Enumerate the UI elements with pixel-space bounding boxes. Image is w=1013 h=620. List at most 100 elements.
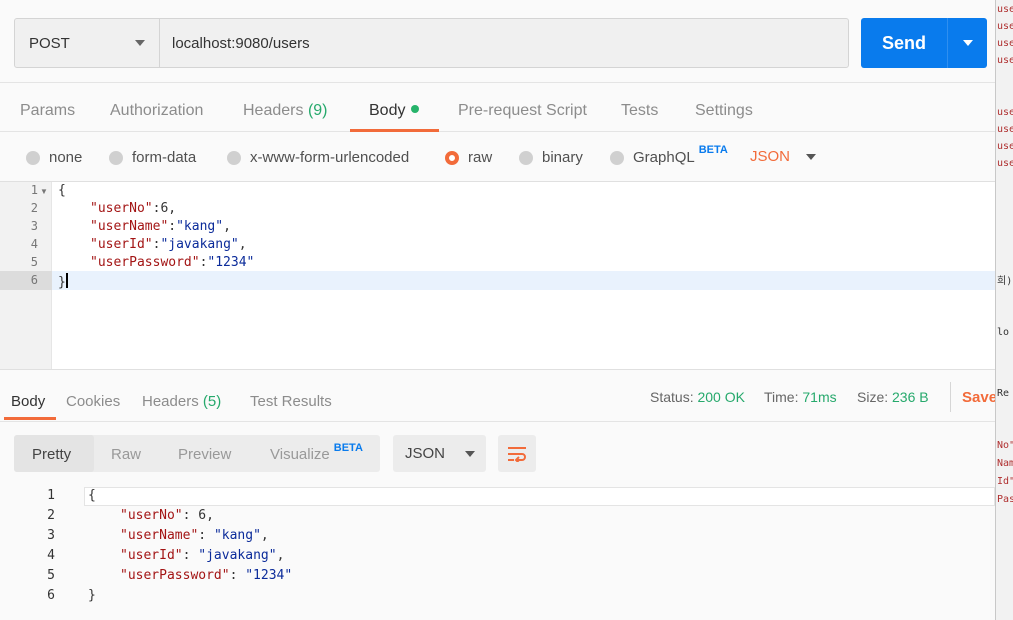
fold-arrow-icon[interactable]: ▼ (40, 187, 48, 196)
option-binary[interactable]: binary (519, 149, 583, 166)
wrap-lines-button[interactable] (498, 435, 536, 472)
line-number: 2 (47, 508, 55, 523)
send-label[interactable]: Send (861, 18, 947, 68)
mode-raw[interactable]: Raw (111, 446, 141, 463)
json-key: "userNo" (90, 201, 153, 216)
option-urlencoded[interactable]: x-www-form-urlencoded (227, 149, 409, 166)
line-number: 3 (47, 528, 55, 543)
json-key: "userId" (90, 237, 153, 252)
json-comma: , (238, 237, 247, 252)
code-line: } (88, 588, 96, 603)
option-none-label: none (49, 149, 83, 166)
status-readout: Status: 200 OK (650, 389, 745, 405)
url-input[interactable]: localhost:9080/users (160, 19, 848, 67)
tab-body[interactable]: Body (369, 102, 420, 120)
line-number: 5 (30, 255, 38, 269)
current-line-highlight (52, 271, 995, 290)
body-format-select[interactable]: JSON (750, 148, 817, 165)
send-options-toggle[interactable] (947, 18, 987, 68)
option-graphql-label: GraphQL (633, 149, 695, 166)
tab-pre-request-script[interactable]: Pre-request Script (458, 102, 587, 120)
time-label: Time: (764, 389, 799, 405)
adjacent-snippet: use (997, 4, 1013, 15)
json-brace: { (58, 183, 66, 198)
option-graphql[interactable]: GraphQL BETA (610, 144, 728, 166)
code-line: "userPassword":"1234" (90, 255, 254, 270)
adjacent-snippet: use (997, 38, 1013, 49)
option-binary-label: binary (542, 149, 583, 166)
tab-response-headers[interactable]: Headers (5) (142, 393, 221, 410)
adjacent-snippet: Nam (997, 458, 1013, 469)
code-line: { (88, 488, 96, 503)
code-line: } (58, 273, 68, 290)
time-readout: Time: 71ms (764, 389, 837, 405)
request-tabs: Params Authorization Headers (9) Body Pr… (0, 82, 995, 132)
adjacent-snippet: Pas (997, 494, 1013, 505)
json-value: "kang" (213, 528, 261, 543)
tab-response-body[interactable]: Body (11, 393, 45, 410)
json-key: "userPassword" (120, 568, 230, 583)
adjacent-snippet: use (997, 124, 1013, 135)
json-colon: : (168, 219, 177, 234)
status-label: Status: (650, 389, 694, 405)
json-key: "userId" (120, 548, 183, 563)
option-urlencoded-label: x-www-form-urlencoded (250, 149, 410, 166)
adjacent-snippet: No" (997, 440, 1013, 451)
response-format-select[interactable]: JSON (393, 435, 486, 472)
chevron-down-icon (962, 40, 973, 46)
request-body-editor[interactable]: ▼ 1 2 3 4 5 6{"userNo":6, "userName":"kang", "u… (0, 181, 995, 370)
option-raw-label: raw (468, 149, 493, 166)
chevron-down-icon (806, 153, 817, 160)
size-value: 236 B (892, 389, 929, 405)
json-key: "userName" (90, 219, 169, 234)
adjacent-snippet: 희) (997, 276, 1013, 287)
json-brace: } (58, 275, 66, 290)
tab-tests[interactable]: Tests (621, 102, 658, 120)
request-url-bar: POST localhost:9080/users (14, 18, 849, 68)
json-key: "userName" (120, 528, 199, 543)
adjacent-snippet: use (997, 55, 1013, 66)
line-number: 5 (47, 568, 55, 583)
send-button[interactable]: Send (861, 18, 987, 68)
code-line: "userNo":6, (90, 201, 176, 216)
tab-authorization[interactable]: Authorization (110, 102, 203, 120)
line-number: 2 (30, 201, 38, 215)
tab-test-results[interactable]: Test Results (250, 393, 332, 410)
code-line: "userId":"javakang", (90, 237, 247, 252)
adjacent-snippet: Re (997, 388, 1010, 399)
save-response-button[interactable]: Save (962, 389, 997, 406)
json-comma: , (223, 219, 231, 234)
adjacent-snippet: Id" (997, 476, 1013, 487)
json-value: "kang" (176, 219, 224, 234)
line-number: 6 (47, 588, 55, 603)
mode-visualize[interactable]: Visualize BETA (270, 442, 363, 463)
mode-pretty[interactable]: Pretty (32, 446, 71, 463)
code-line: "userId": "javakang", (120, 548, 284, 563)
line-number: 6 (30, 273, 38, 287)
size-readout: Size: 236 B (857, 389, 929, 405)
tab-cookies[interactable]: Cookies (66, 393, 120, 410)
tab-headers[interactable]: Headers (9) (243, 102, 328, 120)
body-indicator-dot (411, 105, 420, 113)
response-body-viewer[interactable]: 1 2 3 4 5 6{"userNo": 6, "userName": "kang", "u… (0, 484, 995, 620)
tab-params[interactable]: Params (20, 102, 75, 120)
method-select[interactable]: POST (15, 19, 160, 67)
json-colon: : (182, 508, 199, 523)
line-number: 4 (30, 237, 38, 251)
json-comma: , (260, 528, 269, 543)
option-raw[interactable]: raw (445, 149, 492, 166)
code-line: "userName":"kang", (90, 219, 231, 234)
tab-settings[interactable]: Settings (695, 102, 753, 120)
json-value: "1234" (207, 255, 255, 270)
option-form-data[interactable]: form-data (109, 149, 196, 166)
json-comma: , (168, 201, 177, 216)
mode-preview[interactable]: Preview (178, 446, 231, 463)
option-none[interactable]: none (26, 149, 82, 166)
radio-icon (519, 150, 533, 165)
divider (950, 382, 951, 412)
body-type-options: none form-data x-www-form-urlencoded raw… (0, 132, 995, 181)
code-line: "userName": "kang", (120, 528, 269, 543)
adjacent-window-strip: use use use use use use use use 희) lo Re No" Nam Id" P… (995, 0, 1013, 620)
json-value: "javakang" (198, 548, 277, 563)
json-value: "1234" (245, 568, 293, 583)
